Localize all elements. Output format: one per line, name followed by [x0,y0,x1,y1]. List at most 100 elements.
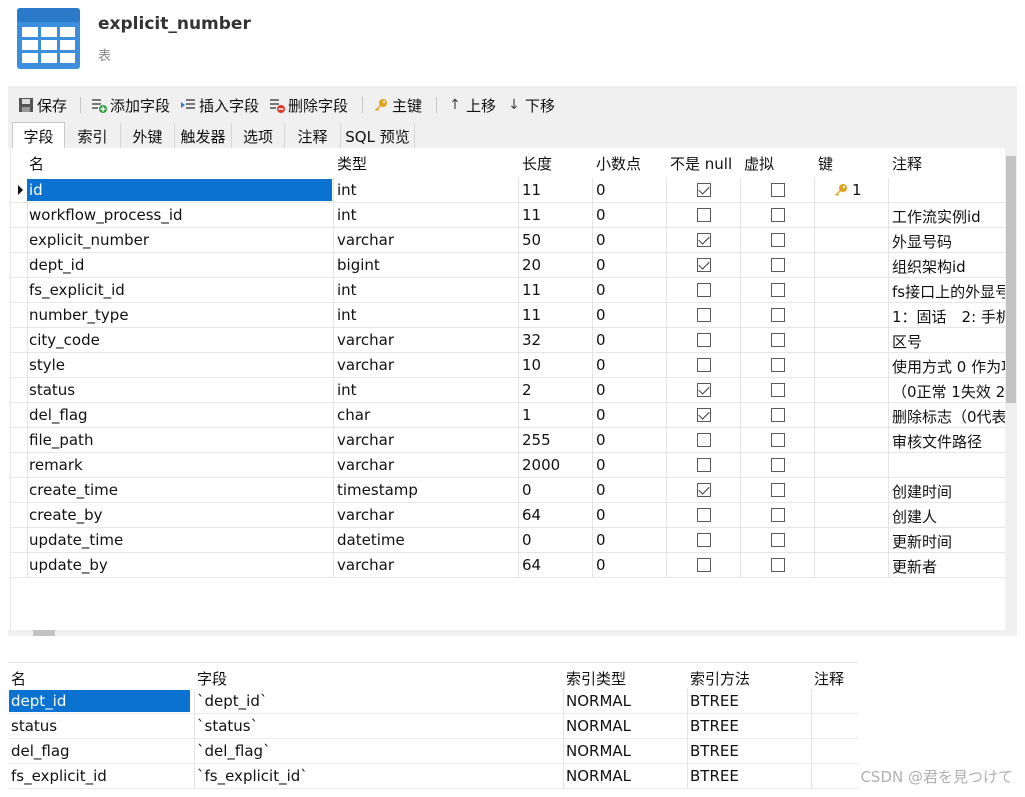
field-length-cell[interactable]: 32 [522,331,592,349]
scroll-thumb[interactable] [1006,156,1016,403]
field-comment-cell[interactable]: 使用方式 0 作为项 [892,356,1005,377]
virtual-checkbox[interactable] [771,433,785,447]
field-name-cell[interactable]: remark [29,456,334,474]
field-name-cell[interactable]: update_by [29,556,334,574]
field-type-cell[interactable]: varchar [337,556,517,574]
index-name-cell[interactable]: dept_id [9,690,190,712]
index-field-cell[interactable]: `del_flag` [197,742,557,760]
field-comment-cell[interactable]: 更新时间 [892,531,1005,552]
index-method-cell[interactable]: BTREE [690,717,808,735]
add-field-button[interactable]: 添加字段 [91,95,170,115]
virtual-checkbox[interactable] [771,533,785,547]
field-decimals-cell[interactable]: 0 [596,356,666,374]
field-comment-cell[interactable]: 组织架构id [892,256,1005,277]
field-row[interactable]: create_time timestamp 0 0 创建时间 [11,478,1005,503]
field-row[interactable]: remark varchar 2000 0 [11,453,1005,478]
field-comment-cell[interactable]: （0正常 1失效 2 [892,381,1005,402]
column-header-type[interactable]: 类型 [337,153,367,174]
move-down-button[interactable]: ↓ 下移 [506,95,555,115]
field-decimals-cell[interactable]: 0 [596,531,666,549]
field-length-cell[interactable]: 50 [522,231,592,249]
virtual-checkbox[interactable] [771,183,785,197]
vertical-scrollbar[interactable] [1005,148,1017,632]
field-row[interactable]: style varchar 10 0 使用方式 0 作为项 [11,353,1005,378]
not-null-checkbox[interactable] [697,458,711,472]
field-row[interactable]: city_code varchar 32 0 区号 [11,328,1005,353]
virtual-checkbox[interactable] [771,408,785,422]
key-order-cell[interactable]: 1 [852,181,882,199]
field-row[interactable]: fs_explicit_id int 11 0 fs接口上的外显号 [11,278,1005,303]
field-decimals-cell[interactable]: 0 [596,331,666,349]
not-null-checkbox[interactable] [697,258,711,272]
not-null-checkbox[interactable] [697,308,711,322]
field-type-cell[interactable]: datetime [337,531,517,549]
column-header-decimals[interactable]: 小数点 [596,153,641,174]
field-type-cell[interactable]: char [337,406,517,424]
field-comment-cell[interactable]: 区号 [892,331,1005,352]
field-length-cell[interactable]: 0 [522,531,592,549]
field-decimals-cell[interactable]: 0 [596,256,666,274]
field-type-cell[interactable]: varchar [337,431,517,449]
not-null-checkbox[interactable] [697,333,711,347]
field-length-cell[interactable]: 64 [522,506,592,524]
not-null-checkbox[interactable] [697,558,711,572]
virtual-checkbox[interactable] [771,383,785,397]
field-length-cell[interactable]: 64 [522,556,592,574]
field-comment-cell[interactable]: 创建人 [892,506,1005,527]
field-decimals-cell[interactable]: 0 [596,306,666,324]
column-header-virtual[interactable]: 虚拟 [744,153,774,174]
index-row[interactable]: del_flag `del_flag` NORMAL BTREE [8,739,858,764]
index-row[interactable]: fs_explicit_id `fs_explicit_id` NORMAL BTRE… [8,764,858,789]
virtual-checkbox[interactable] [771,308,785,322]
not-null-checkbox[interactable] [697,408,711,422]
index-column-header-comment[interactable]: 注释 [814,668,844,689]
field-name-cell[interactable]: del_flag [29,406,334,424]
field-type-cell[interactable]: int [337,281,517,299]
tab-indexes[interactable]: 索引 [65,123,121,148]
move-up-button[interactable]: ↑ 上移 [447,95,496,115]
index-method-cell[interactable]: BTREE [690,742,808,760]
field-comment-cell[interactable]: 创建时间 [892,481,1005,502]
field-decimals-cell[interactable]: 0 [596,206,666,224]
field-type-cell[interactable]: int [337,181,517,199]
field-type-cell[interactable]: varchar [337,231,517,249]
field-type-cell[interactable]: varchar [337,356,517,374]
field-decimals-cell[interactable]: 0 [596,181,666,199]
field-type-cell[interactable]: bigint [337,256,517,274]
index-name-cell[interactable]: status [11,717,192,735]
field-length-cell[interactable]: 10 [522,356,592,374]
field-type-cell[interactable]: int [337,206,517,224]
field-comment-cell[interactable]: 删除标志（0代表 [892,406,1005,427]
virtual-checkbox[interactable] [771,333,785,347]
field-decimals-cell[interactable]: 0 [596,281,666,299]
field-length-cell[interactable]: 1 [522,406,592,424]
field-name-cell[interactable]: style [29,356,334,374]
index-name-cell[interactable]: fs_explicit_id [11,767,192,785]
field-row[interactable]: explicit_number varchar 50 0 外显号码 [11,228,1005,253]
field-length-cell[interactable]: 11 [522,281,592,299]
index-column-header-method[interactable]: 索引方法 [690,668,750,689]
not-null-checkbox[interactable] [697,508,711,522]
not-null-checkbox[interactable] [697,183,711,197]
delete-field-button[interactable]: 删除字段 [269,95,348,115]
tab-fields[interactable]: 字段 [12,122,65,149]
scroll-thumb[interactable] [33,630,55,636]
field-name-cell[interactable]: status [29,381,334,399]
column-header-key[interactable]: 键 [818,153,833,174]
field-type-cell[interactable]: int [337,306,517,324]
virtual-checkbox[interactable] [771,283,785,297]
column-header-length[interactable]: 长度 [522,153,552,174]
index-column-header-type[interactable]: 索引类型 [566,668,626,689]
save-button[interactable]: 保存 [18,95,67,115]
index-column-header-field[interactable]: 字段 [197,668,227,689]
field-comment-cell[interactable]: 外显号码 [892,231,1005,252]
index-field-cell[interactable]: `fs_explicit_id` [197,767,557,785]
field-length-cell[interactable]: 11 [522,206,592,224]
field-type-cell[interactable]: varchar [337,331,517,349]
horizontal-scrollbar[interactable] [8,630,1017,636]
field-row[interactable]: id int 11 0 1 [11,178,1005,203]
tab-foreign-keys[interactable]: 外键 [121,123,175,148]
field-length-cell[interactable]: 2000 [522,456,592,474]
column-header-name[interactable]: 名 [29,153,44,174]
field-name-cell[interactable]: update_time [29,531,334,549]
